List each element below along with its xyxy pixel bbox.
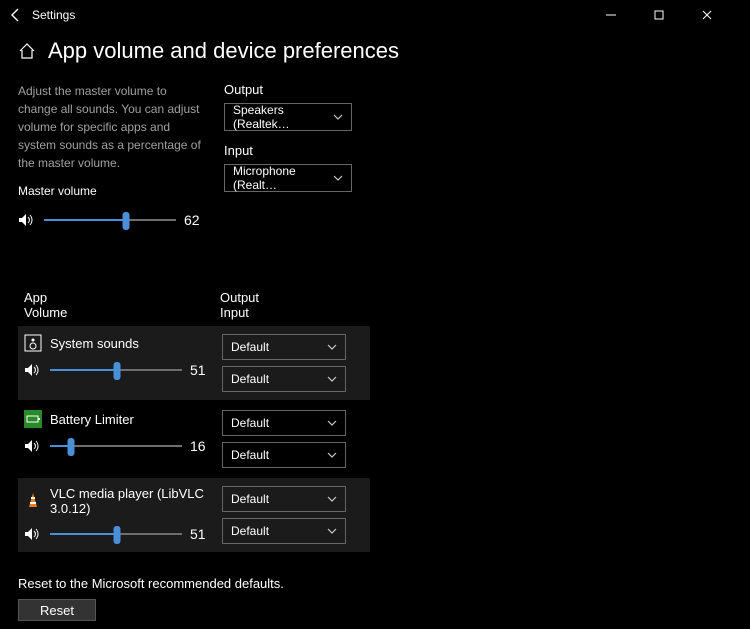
- app-output-value: Default: [231, 492, 269, 506]
- app-input-value: Default: [231, 372, 269, 386]
- column-header-output: Output Input: [220, 290, 726, 320]
- app-row: System sounds 51 Default: [18, 326, 370, 400]
- output-device-value: Speakers (Realtek…: [233, 103, 333, 131]
- chevron-down-icon: [327, 452, 337, 458]
- chevron-down-icon: [327, 420, 337, 426]
- input-device-value: Microphone (Realt…: [233, 164, 333, 192]
- chevron-down-icon: [327, 496, 337, 502]
- speaker-icon[interactable]: [24, 527, 42, 541]
- app-volume-slider[interactable]: [50, 360, 182, 380]
- app-volume-value: 51: [190, 362, 214, 378]
- app-name: System sounds: [50, 336, 139, 351]
- window-title: Settings: [32, 8, 75, 22]
- home-icon[interactable]: [18, 42, 36, 60]
- app-volume-value: 16: [190, 438, 214, 454]
- app-volume-slider[interactable]: [50, 524, 182, 544]
- column-header-app: App Volume: [24, 290, 220, 320]
- chevron-down-icon: [327, 528, 337, 534]
- speaker-icon[interactable]: [24, 439, 42, 453]
- master-volume-value: 62: [184, 212, 208, 228]
- chevron-down-icon: [327, 344, 337, 350]
- app-input-value: Default: [231, 448, 269, 462]
- master-volume-slider[interactable]: [44, 210, 176, 230]
- output-label: Output: [224, 82, 732, 97]
- app-output-dropdown[interactable]: Default: [222, 410, 346, 436]
- reset-description: Reset to the Microsoft recommended defau…: [18, 576, 732, 591]
- app-input-value: Default: [231, 524, 269, 538]
- input-label: Input: [224, 143, 732, 158]
- close-button[interactable]: [702, 10, 742, 20]
- app-input-dropdown[interactable]: Default: [222, 518, 346, 544]
- app-output-dropdown[interactable]: Default: [222, 486, 346, 512]
- master-volume-label: Master volume: [18, 184, 208, 198]
- output-device-dropdown[interactable]: Speakers (Realtek…: [224, 103, 352, 131]
- chevron-down-icon: [333, 175, 343, 181]
- input-device-dropdown[interactable]: Microphone (Realt…: [224, 164, 352, 192]
- chevron-down-icon: [327, 376, 337, 382]
- app-output-dropdown[interactable]: Default: [222, 334, 346, 360]
- app-icon: [24, 492, 42, 510]
- app-input-dropdown[interactable]: Default: [222, 366, 346, 392]
- app-output-value: Default: [231, 340, 269, 354]
- app-volume-value: 51: [190, 526, 214, 542]
- description-text: Adjust the master volume to change all s…: [18, 82, 208, 172]
- app-input-dropdown[interactable]: Default: [222, 442, 346, 468]
- app-name: VLC media player (LibVLC 3.0.12): [50, 486, 210, 516]
- maximize-button[interactable]: [654, 10, 694, 20]
- page-title: App volume and device preferences: [48, 38, 399, 64]
- minimize-button[interactable]: [606, 10, 646, 20]
- reset-button[interactable]: Reset: [18, 599, 96, 621]
- app-icon: [24, 334, 42, 352]
- speaker-icon[interactable]: [18, 213, 36, 227]
- app-row: VLC media player (LibVLC 3.0.12) 51: [18, 478, 370, 552]
- app-icon: [24, 410, 42, 428]
- speaker-icon[interactable]: [24, 363, 42, 377]
- app-name: Battery Limiter: [50, 412, 134, 427]
- chevron-down-icon: [333, 114, 343, 120]
- app-row: Battery Limiter 16 Default: [18, 402, 370, 476]
- app-volume-slider[interactable]: [50, 436, 182, 456]
- app-output-value: Default: [231, 416, 269, 430]
- back-button[interactable]: [8, 7, 32, 23]
